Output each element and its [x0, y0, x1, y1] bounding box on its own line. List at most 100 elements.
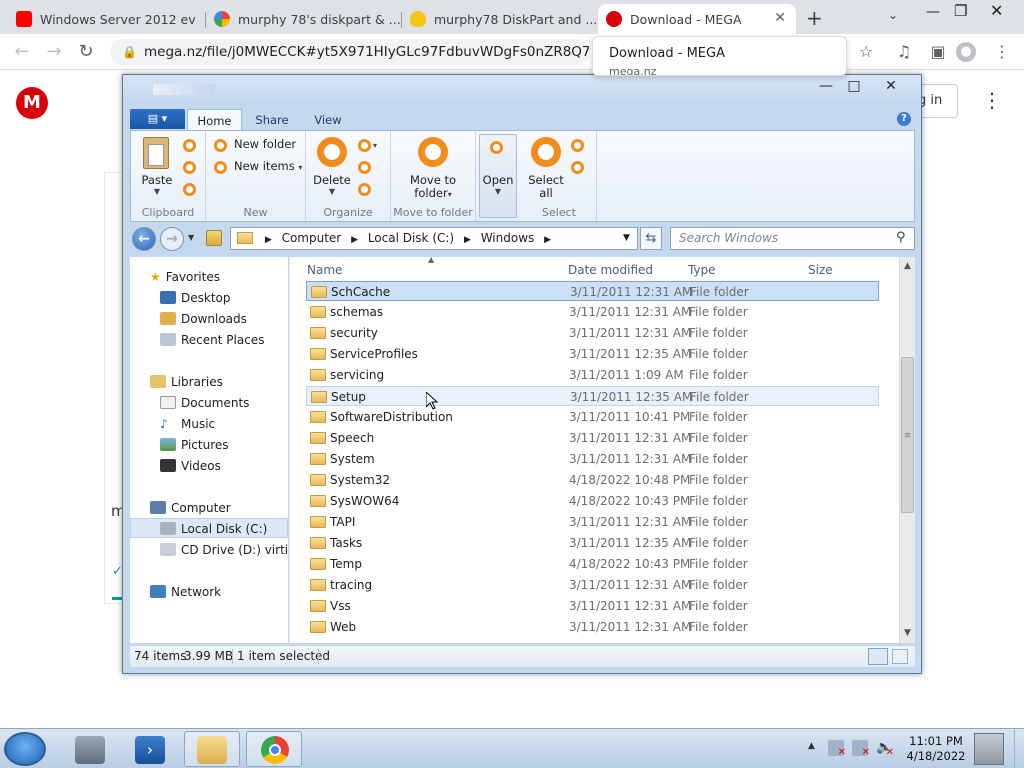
show-desktop-button[interactable]	[1014, 729, 1024, 768]
copy-icon[interactable]	[183, 161, 196, 174]
close-icon[interactable]: ✕	[990, 1, 1003, 20]
table-row[interactable]: TAPI 3/11/2011 12:31 AM File folder	[306, 512, 879, 532]
table-row[interactable]: Tasks 3/11/2011 12:35 AM File folder	[306, 533, 879, 553]
forward-icon[interactable]: →	[42, 40, 66, 64]
table-row[interactable]: Setup 3/11/2011 12:35 AM File folder	[306, 386, 879, 406]
select-none-icon[interactable]	[571, 139, 584, 152]
browser-tab-mega[interactable]: Download - MEGA ✕	[598, 4, 796, 34]
page-menu-icon[interactable]: ⋮	[982, 88, 1002, 112]
properties-icon[interactable]	[358, 139, 371, 152]
browser-tab-google[interactable]: murphy 78's diskpart & ...	[206, 4, 402, 34]
nav-local-disk[interactable]: Local Disk (C:)	[130, 518, 288, 538]
rename-icon[interactable]	[358, 161, 371, 174]
nav-recent-places[interactable]: Recent Places	[160, 330, 264, 350]
tray-action-center-icon[interactable]: ✕	[828, 740, 846, 758]
paste-dropdown-icon[interactable]: ▼	[137, 187, 177, 196]
large-icons-view-icon[interactable]	[892, 649, 908, 664]
ribbon-tab-home[interactable]: Home	[187, 109, 242, 131]
breadcrumb-arrow-icon[interactable]: ▶	[351, 235, 358, 245]
breadcrumb-arrow-icon[interactable]: ▶	[464, 235, 471, 245]
column-header-date[interactable]: Date modified	[568, 263, 653, 277]
bookmark-star-icon[interactable]: ☆	[854, 40, 878, 64]
column-header-name[interactable]: Name	[307, 263, 342, 277]
tray-network-icon[interactable]: ✕	[852, 740, 870, 758]
breadcrumb-arrow-icon[interactable]: ▶	[265, 235, 272, 245]
breadcrumb-local-disk[interactable]: Local Disk (C:)	[368, 231, 454, 245]
media-icon[interactable]: ♫	[892, 40, 916, 64]
profile-icon[interactable]: ●	[956, 42, 976, 62]
nav-network[interactable]: Network	[150, 582, 221, 602]
restore-icon[interactable]: ❐	[954, 2, 967, 20]
table-row[interactable]: SchCache 3/11/2011 12:31 AM File folder	[306, 281, 879, 301]
search-input[interactable]: Search Windows	[670, 227, 915, 250]
nav-desktop[interactable]: Desktop	[160, 288, 231, 308]
ribbon-tab-view[interactable]: View	[303, 109, 353, 131]
nav-music[interactable]: ♪ Music	[160, 414, 215, 434]
delete-button[interactable]: Delete	[310, 173, 354, 187]
select-all-button[interactable]: Select	[524, 173, 568, 187]
window-maximize-button[interactable]: □	[841, 78, 867, 94]
system-clock[interactable]: 11:01 PM 4/18/2022	[900, 734, 972, 764]
table-row[interactable]: ServiceProfiles 3/11/2011 12:35 AM File fo…	[306, 344, 879, 364]
taskbar-server-manager[interactable]	[62, 731, 118, 767]
table-row[interactable]: System32 4/18/2022 10:48 PM File folder	[306, 470, 879, 490]
forward-arrow-icon[interactable]: →	[160, 227, 184, 251]
table-row[interactable]: SoftwareDistribution 3/11/2011 10:41 PM Fi…	[306, 407, 879, 427]
window-close-button[interactable]: ✕	[878, 78, 904, 94]
new-tab-button[interactable]: +	[806, 6, 823, 30]
copy-path-icon[interactable]	[183, 183, 196, 196]
taskbar-chrome[interactable]	[246, 731, 302, 767]
column-header-type[interactable]: Type	[688, 263, 716, 277]
copy-to-icon[interactable]	[358, 183, 371, 196]
refresh-icon[interactable]: ⇆	[640, 227, 662, 250]
breadcrumb-computer[interactable]: Computer	[282, 231, 342, 245]
properties-dropdown-icon[interactable]: ▾	[373, 141, 377, 150]
file-menu-button[interactable]: ▤ ▾	[130, 109, 185, 129]
nav-cd-drive[interactable]: CD Drive (D:) virtio-w	[160, 540, 288, 560]
up-folder-icon[interactable]	[206, 230, 222, 246]
table-row[interactable]: schemas 3/11/2011 12:31 AM File folder	[306, 302, 879, 322]
breadcrumb-arrow-icon[interactable]: ▶	[544, 235, 551, 245]
scroll-thumb[interactable]: ≡	[901, 357, 914, 513]
open-dropdown-icon[interactable]: ▼	[479, 187, 517, 196]
table-row[interactable]: System 3/11/2011 12:31 AM File folder	[306, 449, 879, 469]
reload-icon[interactable]: ↻	[74, 40, 98, 64]
column-header-size[interactable]: Size	[808, 263, 833, 277]
user-avatar[interactable]	[974, 733, 1004, 765]
table-row[interactable]: security 3/11/2011 12:31 AM File folder	[306, 323, 879, 343]
nav-favorites[interactable]: ★ Favorites	[150, 267, 220, 287]
table-row[interactable]: servicing 3/11/2011 1:09 AM File folder	[306, 365, 879, 385]
nav-videos[interactable]: Videos	[160, 456, 221, 476]
nav-downloads[interactable]: Downloads	[160, 309, 247, 329]
cut-icon[interactable]	[183, 139, 196, 152]
tab-search-icon[interactable]: ⌄	[888, 8, 898, 22]
browser-tab-murphy[interactable]: murphy78 DiskPart and ...	[402, 4, 598, 34]
window-title-bar[interactable]: — □ ✕	[123, 75, 921, 105]
back-arrow-icon[interactable]: ←	[132, 227, 156, 251]
select-all-label[interactable]: all	[524, 186, 568, 200]
breadcrumb-windows[interactable]: Windows	[481, 231, 535, 245]
address-bar[interactable]: ▶ Computer ▶ Local Disk (C:) ▶ Windows ▶…	[230, 227, 638, 250]
window-minimize-button[interactable]: —	[813, 78, 839, 94]
url-bar[interactable]: 🔒 mega.nz/file/j0MWECCK#yt5X971HIyGLc97F…	[110, 39, 590, 65]
help-icon[interactable]: ?	[897, 112, 911, 126]
back-icon[interactable]: ←	[10, 40, 34, 64]
taskbar-explorer[interactable]	[184, 731, 240, 767]
address-dropdown-icon[interactable]: ▼	[623, 228, 630, 249]
move-to-button[interactable]: Move to	[393, 173, 473, 187]
table-row[interactable]: SysWOW64 4/18/2022 10:43 PM File folder	[306, 491, 879, 511]
nav-libraries[interactable]: Libraries	[150, 372, 223, 392]
browser-tab-youtube[interactable]: Windows Server 2012 ev	[8, 4, 206, 34]
delete-dropdown-icon[interactable]: ▼	[310, 187, 354, 196]
mega-logo[interactable]: M	[16, 87, 48, 119]
vertical-scrollbar[interactable]: ▲ ≡ ▼	[899, 257, 915, 643]
new-items-button[interactable]: New items ▾	[234, 159, 302, 173]
show-hidden-icons-icon[interactable]: ▲	[808, 741, 815, 751]
table-row[interactable]: Vss 3/11/2011 12:31 AM File folder	[306, 596, 879, 616]
scroll-up-icon[interactable]: ▲	[900, 258, 915, 274]
minimize-icon[interactable]: —	[926, 4, 940, 20]
recent-locations-icon[interactable]: ▼	[188, 233, 194, 242]
paste-button[interactable]: Paste	[137, 173, 177, 187]
move-to-folder-label[interactable]: folder▾	[393, 186, 473, 200]
table-row[interactable]: tracing 3/11/2011 12:31 AM File folder	[306, 575, 879, 595]
